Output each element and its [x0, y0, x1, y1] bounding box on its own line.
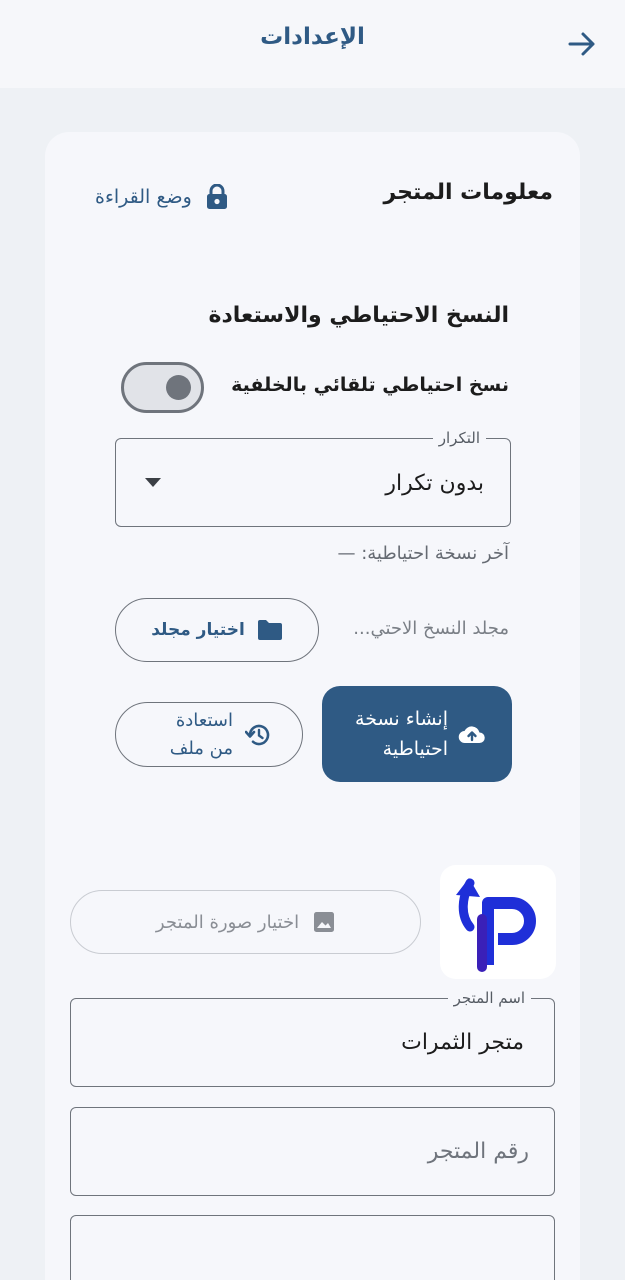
- cloud-upload-icon: [458, 726, 485, 744]
- next-field[interactable]: [70, 1215, 555, 1280]
- store-number-placeholder: رقم المتجر: [427, 1139, 529, 1164]
- frequency-label: التكرار: [432, 429, 486, 447]
- store-logo: $: [440, 865, 556, 979]
- restore-history-icon: [245, 724, 270, 745]
- svg-text:$: $: [506, 912, 516, 931]
- store-info-title: معلومات المتجر: [383, 180, 553, 205]
- choose-store-image-button[interactable]: اختيار صورة المتجر: [70, 890, 421, 954]
- restore-from-file-button[interactable]: استعادة من ملف: [115, 702, 303, 767]
- arrow-right-icon: [568, 32, 595, 56]
- dropdown-arrow-icon: [145, 478, 161, 487]
- store-name-label: اسم المتجر: [447, 989, 531, 1007]
- restore-label: استعادة من ملف: [169, 709, 233, 759]
- folder-icon: [257, 620, 282, 640]
- store-logo-image: $: [456, 878, 536, 972]
- switch-knob: [166, 375, 191, 400]
- choose-folder-button[interactable]: اختيار مجلد: [115, 598, 319, 662]
- lock-icon: [206, 184, 227, 209]
- choose-store-image-label: اختيار صورة المتجر: [155, 911, 300, 933]
- backup-section-title: النسخ الاحتياطي والاستعادة: [208, 303, 510, 328]
- create-backup-label: إنشاء نسخة احتياطية: [355, 708, 448, 760]
- page-title: الإعدادات: [260, 24, 365, 50]
- read-mode-label: وضع القراءة: [95, 186, 192, 208]
- choose-folder-label: اختيار مجلد: [151, 620, 245, 640]
- back-button[interactable]: [560, 22, 604, 66]
- read-mode-toggle[interactable]: وضع القراءة: [95, 180, 228, 214]
- last-backup-text: آخر نسخة احتياطية: —: [337, 543, 509, 564]
- backup-folder-label: مجلد النسخ الاحتي...: [353, 618, 509, 639]
- auto-backup-switch[interactable]: [121, 362, 204, 413]
- store-name-value: متجر الثمرات: [401, 1030, 524, 1055]
- image-icon: [314, 912, 335, 932]
- auto-backup-label: نسخ احتياطي تلقائي بالخلفية: [231, 374, 509, 396]
- frequency-value: بدون تكرار: [385, 471, 484, 496]
- create-backup-button[interactable]: إنشاء نسخة احتياطية: [322, 686, 512, 782]
